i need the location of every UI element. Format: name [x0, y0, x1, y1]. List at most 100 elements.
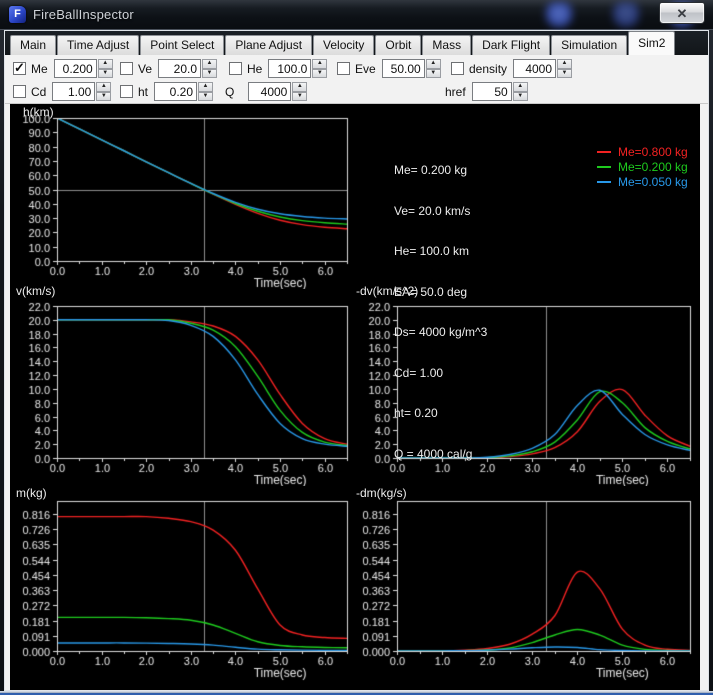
param-line: Q = 4000 cal/g	[394, 446, 473, 461]
me-spin-down-button[interactable]: ▼	[97, 68, 113, 78]
arrow-down-icon: ▼	[517, 92, 524, 99]
ht-spinbox: ▲▼	[154, 82, 214, 101]
arrow-down-icon: ▼	[430, 69, 437, 76]
tab-orbit[interactable]: Orbit	[375, 35, 422, 55]
me-checkbox[interactable]: ✓	[13, 60, 26, 75]
eve-spin-up-button[interactable]: ▲	[425, 59, 441, 69]
q-input[interactable]	[248, 82, 292, 101]
href-spin-up-button[interactable]: ▲	[512, 82, 528, 92]
cd-label: Cd	[31, 84, 47, 99]
density-checkbox[interactable]: ✓	[451, 62, 464, 75]
he-spinbox: ▲▼	[268, 59, 328, 78]
arrow-up-icon: ▲	[316, 60, 323, 67]
arrow-down-icon: ▼	[100, 92, 107, 99]
href-spin-down-button[interactable]: ▼	[512, 91, 528, 101]
me-spinbox: ▲▼	[53, 59, 113, 78]
legend-entry: Me=0.200 kg	[597, 159, 688, 174]
client-area: Main Time Adjust Point Select Plane Adju…	[4, 30, 709, 691]
eve-checkbox[interactable]: ✓	[337, 62, 350, 75]
density-spin-down-button[interactable]: ▼	[557, 68, 573, 78]
arrow-up-icon: ▲	[202, 83, 209, 90]
eve-spinbox: ▲▼	[381, 59, 441, 78]
close-button[interactable]: ✕	[659, 2, 705, 24]
arrow-up-icon: ▲	[296, 83, 303, 90]
tab-strip: Main Time Adjust Point Select Plane Adju…	[5, 31, 708, 55]
legend-line-icon	[597, 180, 611, 183]
legend-series-label: Me=0.050 kg	[618, 174, 688, 189]
cd-checkbox[interactable]: ✓	[13, 85, 26, 98]
ve-label: Ve	[138, 61, 153, 76]
param-line: Cd= 1.00	[394, 365, 444, 380]
eve-spin-down-button[interactable]: ▼	[425, 68, 441, 78]
titlebar[interactable]: F FireBallInspector ✕	[0, 0, 713, 30]
ht-label: ht	[138, 84, 149, 99]
ve-input[interactable]	[158, 59, 202, 78]
ve-spin-up-button[interactable]: ▲	[202, 59, 218, 69]
ve-spin-down-button[interactable]: ▼	[202, 68, 218, 78]
me-spin-up-button[interactable]: ▲	[97, 59, 113, 69]
tab-mass[interactable]: Mass	[422, 35, 472, 55]
arrow-up-icon: ▲	[561, 60, 568, 67]
q-spin-up-button[interactable]: ▲	[292, 82, 308, 92]
href-input[interactable]	[471, 82, 512, 101]
cd-group: ✓ Cd ▲▼	[13, 82, 112, 101]
cd-spin-down-button[interactable]: ▼	[96, 91, 112, 101]
toolbar: ✓ Me ▲▼ ✓ Ve ▲▼ ✓ He ▲▼ ✓ Eve ▲▼ ✓ densi	[5, 55, 708, 104]
href-group: href ▲▼	[445, 82, 528, 101]
app-icon-letter: F	[14, 8, 21, 20]
parameter-summary: Me= 0.200 kg Ve= 20.0 km/s He= 100.0 km …	[394, 137, 487, 488]
arrow-down-icon: ▼	[316, 69, 323, 76]
ht-input[interactable]	[154, 82, 198, 101]
density-spin-up-button[interactable]: ▲	[557, 59, 573, 69]
chart-h-title: h(km)	[23, 105, 54, 119]
density-input[interactable]	[513, 59, 557, 78]
tab-time-adjust[interactable]: Time Adjust	[57, 35, 140, 55]
href-label: href	[445, 84, 466, 99]
he-spin-down-button[interactable]: ▼	[312, 68, 328, 78]
app-icon: F	[9, 6, 26, 23]
param-line: Ve= 20.0 km/s	[394, 203, 471, 218]
tab-velocity[interactable]: Velocity	[313, 35, 375, 55]
tab-simulation[interactable]: Simulation	[551, 35, 628, 55]
arrow-down-icon: ▼	[202, 92, 209, 99]
ht-checkbox[interactable]: ✓	[120, 85, 133, 98]
eve-group: ✓ Eve ▲▼	[337, 59, 441, 78]
arrow-up-icon: ▲	[100, 83, 107, 90]
q-spinbox: ▲▼	[248, 82, 308, 101]
tab-main[interactable]: Main	[10, 35, 57, 55]
ht-spin-down-button[interactable]: ▼	[198, 91, 214, 101]
ve-checkbox[interactable]: ✓	[120, 62, 133, 75]
chart-v-title: v(km/s)	[16, 284, 56, 298]
q-spin-down-button[interactable]: ▼	[292, 91, 308, 101]
arrow-up-icon: ▲	[430, 60, 437, 67]
cd-spin-up-button[interactable]: ▲	[96, 82, 112, 92]
density-group: ✓ density ▲▼	[451, 59, 573, 78]
tab-dark-flight[interactable]: Dark Flight	[472, 35, 551, 55]
arrow-down-icon: ▼	[206, 69, 213, 76]
chart-m-title: m(kg)	[16, 486, 47, 500]
cd-spinbox: ▲▼	[52, 82, 112, 101]
param-line: EA= 50.0 deg	[394, 284, 468, 299]
chart-m-canvas	[10, 484, 360, 684]
chart-v-canvas	[10, 282, 360, 486]
glass-reflection	[612, 2, 640, 28]
arrow-down-icon: ▼	[102, 69, 109, 76]
cd-input[interactable]	[52, 82, 96, 101]
arrow-down-icon: ▼	[561, 69, 568, 76]
chart-h-canvas	[10, 104, 360, 289]
eve-label: Eve	[355, 61, 376, 76]
he-checkbox[interactable]: ✓	[229, 62, 242, 75]
q-label: Q	[225, 84, 235, 99]
he-spin-up-button[interactable]: ▲	[312, 59, 328, 69]
legend-series-label: Me=0.200 kg	[618, 159, 688, 174]
tab-point-select[interactable]: Point Select	[140, 35, 225, 55]
param-line: Ds= 4000 kg/m^3	[394, 325, 488, 339]
tab-sim2[interactable]: Sim2	[628, 31, 676, 55]
he-input[interactable]	[268, 59, 312, 78]
eve-input[interactable]	[381, 59, 425, 78]
me-input[interactable]	[53, 59, 97, 78]
chart-panel: h(km) v(km/s) -dv(km/s^2) m(kg) -dm(kg/s…	[10, 104, 700, 690]
window-title: FireBallInspector	[33, 7, 134, 22]
tab-plane-adjust[interactable]: Plane Adjust	[225, 35, 313, 55]
ht-spin-up-button[interactable]: ▲	[198, 82, 214, 92]
